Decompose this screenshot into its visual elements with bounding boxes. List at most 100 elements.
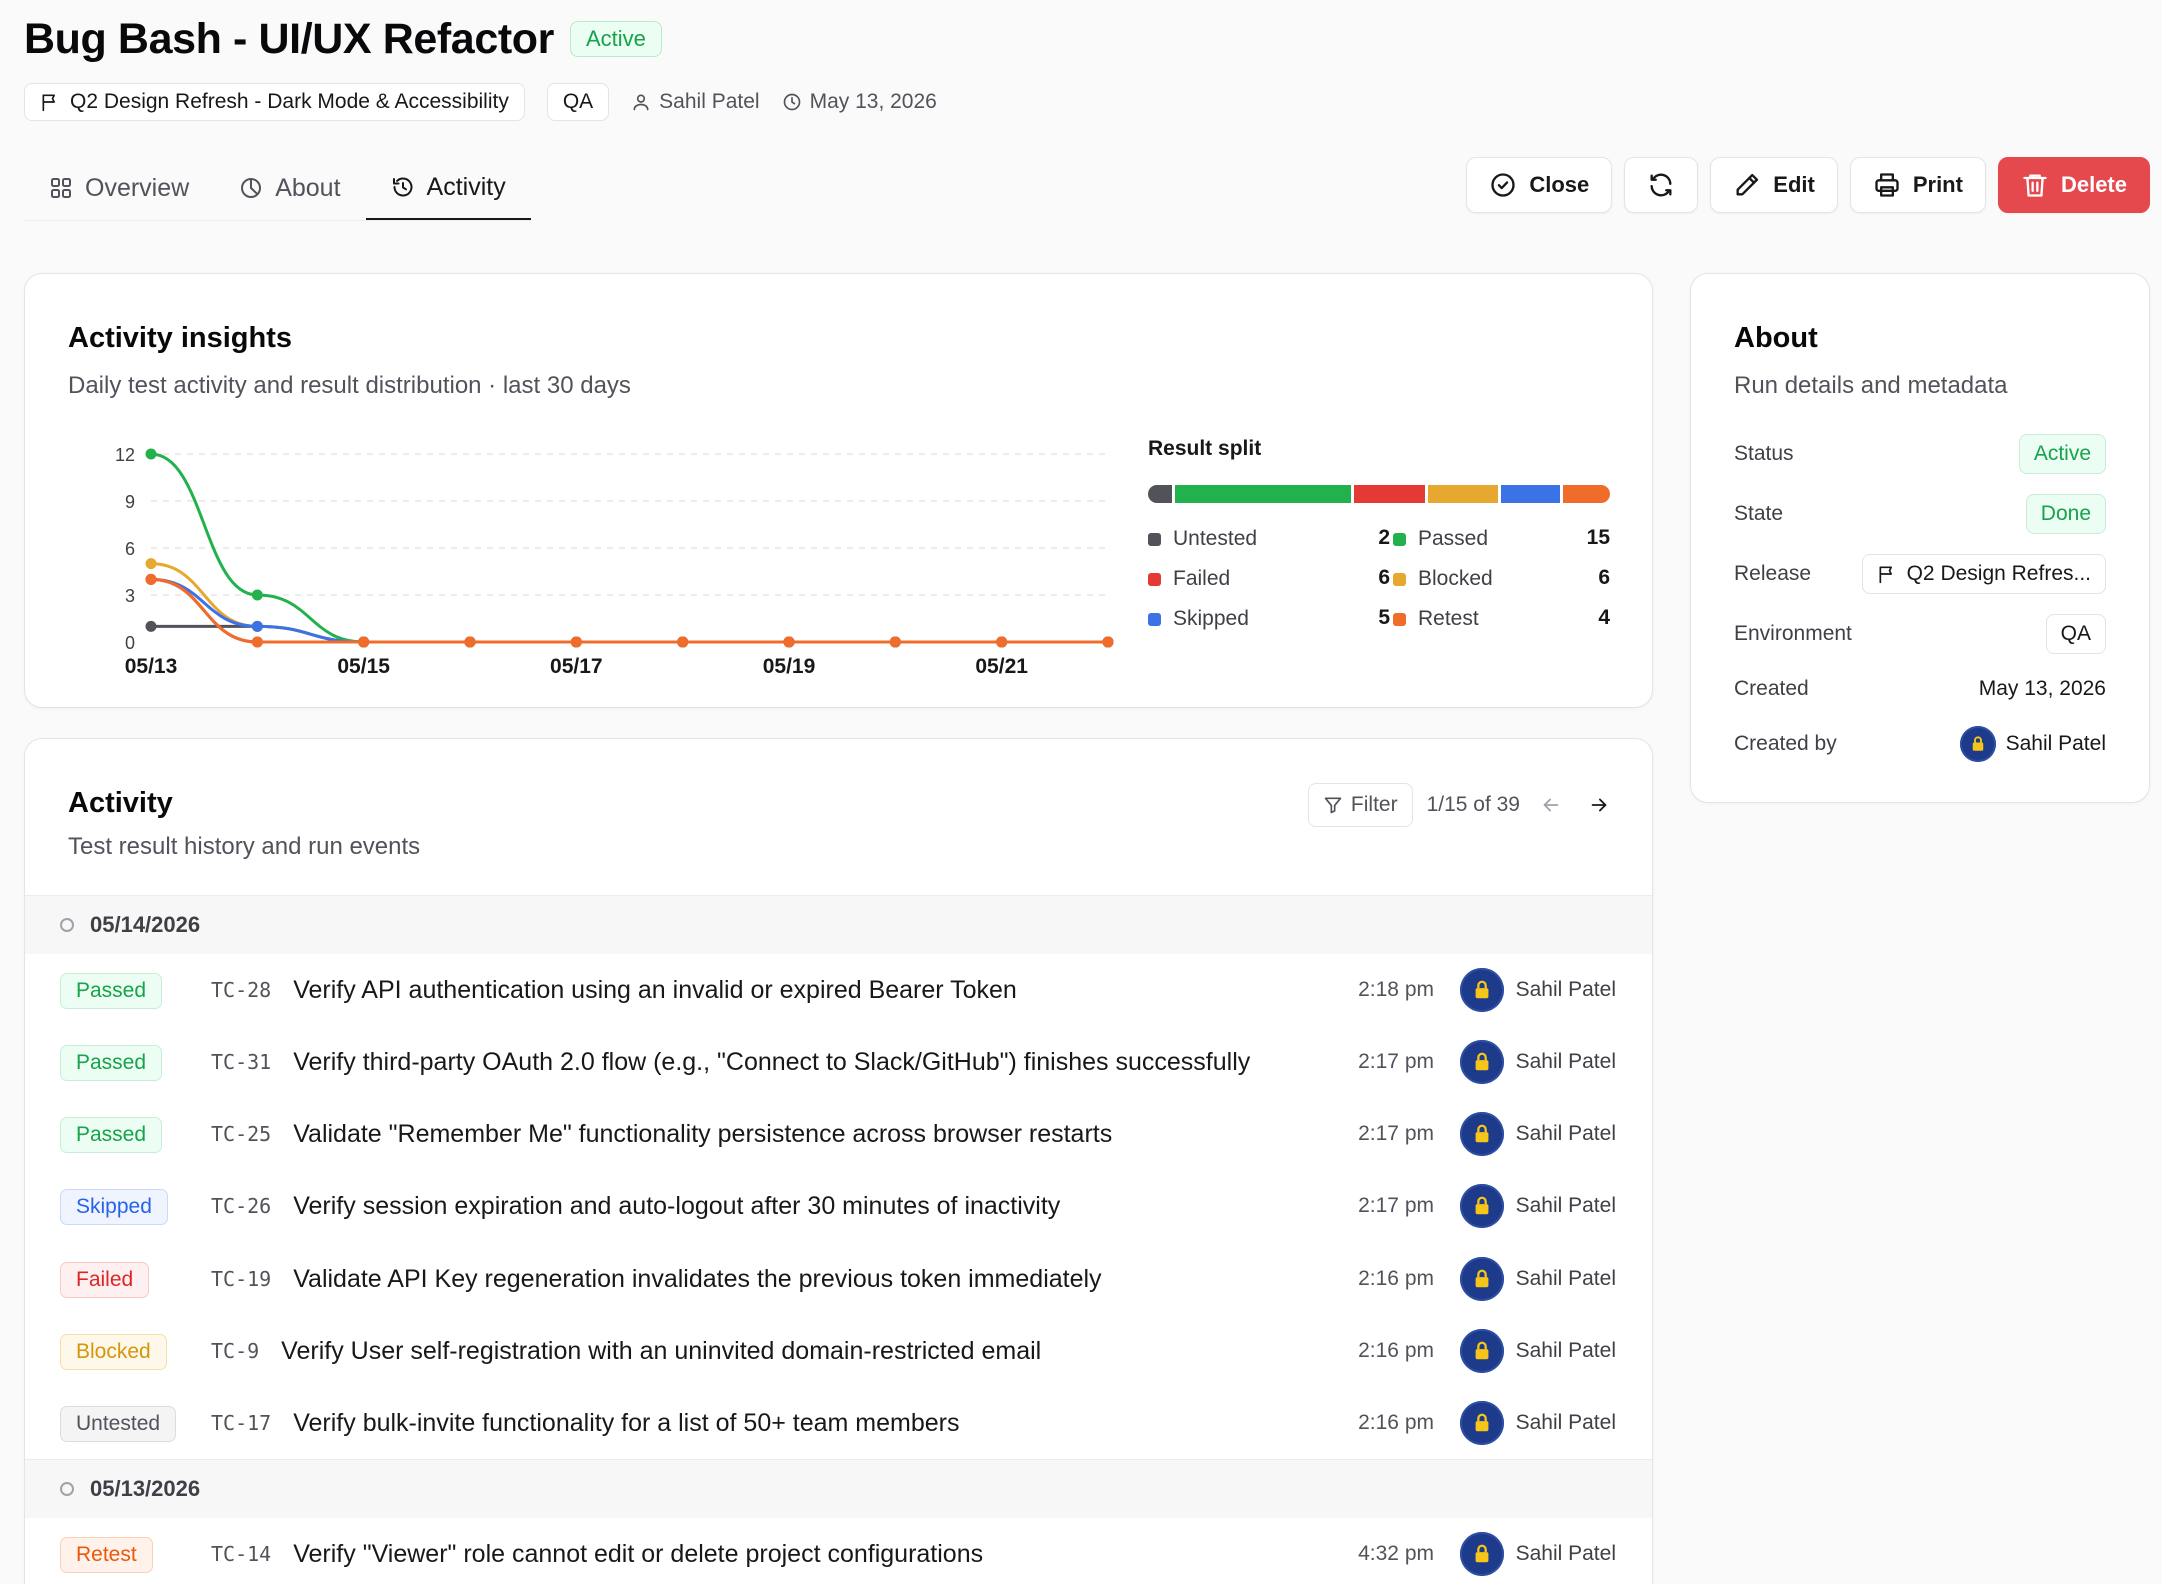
x-tick-label: 05/13 [125,655,178,674]
date-group-header: 05/14/2026 [25,895,1652,954]
y-tick-label: 9 [125,492,135,512]
series-line-retest [150,577,1108,644]
test-case-title[interactable]: Verify bulk-invite functionality for a l… [293,1409,959,1438]
next-page-button[interactable] [1582,788,1616,822]
activity-row[interactable]: Passed TC-25 Validate "Remember Me" functi… [25,1098,1652,1170]
status-pill: Active [2018,434,2106,474]
refresh-button[interactable] [1624,157,1699,213]
legend-swatch [1393,612,1406,626]
about-label: State [1734,502,1784,525]
status-badge: Untested [60,1406,177,1442]
activity-row-main: TC-31 Verify third-party OAuth 2.0 flow (… [211,1026,1250,1098]
release-pill[interactable]: Q2 Design Refres... [1861,554,2106,594]
data-point-blocked [145,558,157,570]
activity-time: 2:17 pm [1358,1122,1434,1145]
activity-title: Activity [68,787,173,819]
lock-icon [1475,1124,1489,1143]
test-case-title[interactable]: Verify API authentication using an inval… [293,976,1017,1005]
tab-about[interactable]: About [214,156,365,220]
legend-swatch [1148,532,1161,546]
activity-row[interactable]: Passed TC-31 Verify third-party OAuth 2.0 … [25,1026,1652,1098]
date-group-label: 05/14/2026 [90,912,201,937]
delete-button[interactable]: Delete [1997,157,2150,213]
legend-untested: Untested [1148,524,1257,554]
tab-activity[interactable]: Activity [365,156,531,220]
about-row-state: State Done [1734,492,2106,536]
test-case-title[interactable]: Validate API Key regeneration invalidate… [293,1265,1101,1294]
legend-label: Skipped [1173,607,1249,630]
data-point-retest [358,636,370,648]
activity-time: 2:17 pm [1358,1050,1434,1073]
filter-button[interactable]: Filter [1307,783,1413,827]
activity-row-main: TC-25 Validate "Remember Me" functionalit… [211,1098,1112,1170]
created-by-value: Sahil Patel [1959,726,2106,762]
state-pill: Done [2025,494,2106,534]
activity-user-name: Sahil Patel [1515,1122,1616,1145]
activity-user-name: Sahil Patel [1515,978,1616,1001]
test-case-title[interactable]: Validate "Remember Me" functionality per… [293,1120,1112,1149]
activity-user: Sahil Patel [1459,1315,1616,1387]
split-segment-passed [1174,485,1351,503]
action-bar: Close Edit Print Delete [1466,157,2150,213]
x-tick-label: 05/15 [337,655,390,674]
activity-row[interactable]: Failed TC-19 Validate API Key regeneration… [25,1243,1652,1315]
close-button[interactable]: Close [1466,157,1613,213]
timeline-dot-icon [60,918,74,932]
activity-row[interactable]: Untested TC-17 Verify bulk-invite function… [25,1387,1652,1459]
legend-label: Untested [1173,527,1258,550]
test-case-id[interactable]: TC-28 [211,978,271,1002]
split-segment-retest [1562,485,1610,503]
legend-swatch [1393,532,1406,546]
test-case-title[interactable]: Verify User self-registration with an un… [281,1337,1041,1366]
about-row-created: Created May 13, 2026 [1734,667,2106,711]
print-button[interactable]: Print [1849,157,1986,213]
close-button-label: Close [1529,172,1590,197]
test-case-id[interactable]: TC-14 [211,1542,271,1566]
pie-chart-icon [241,178,262,198]
activity-line-chart: 0 3 6 9 12 05/13 05/15 05/17 05/19 05/21 [115,445,1114,674]
about-label: Release [1734,562,1812,585]
test-case-id[interactable]: TC-31 [211,1050,271,1074]
environment-pill: QA [2045,614,2106,654]
test-case-id[interactable]: TC-19 [211,1267,271,1291]
test-case-id[interactable]: TC-17 [211,1411,271,1435]
legend-retest: Retest [1393,604,1479,634]
data-point-retest [570,636,582,648]
status-badge: Active [569,21,662,57]
test-case-title[interactable]: Verify third-party OAuth 2.0 flow (e.g.,… [293,1048,1250,1077]
test-case-id[interactable]: TC-25 [211,1122,271,1146]
series-line-passed [150,452,1108,644]
test-case-id[interactable]: TC-26 [211,1194,271,1218]
tab-activity-label: Activity [426,172,506,201]
activity-row-main: TC-14 Verify "Viewer" role cannot edit or… [211,1518,983,1584]
legend-passed: Passed [1393,524,1488,554]
page-title: Bug Bash - UI/UX Refactor [24,14,554,63]
test-case-title[interactable]: Verify "Viewer" role cannot edit or dele… [293,1540,983,1569]
split-segment-untested [1148,485,1172,503]
environment-chip[interactable]: QA [546,83,610,121]
status-badge: Blocked [60,1334,167,1370]
legend-label: Failed [1173,567,1231,590]
activity-row[interactable]: Retest TC-14 Verify "Viewer" role cannot e… [25,1518,1652,1584]
activity-user: Sahil Patel [1459,1518,1616,1584]
flag-icon [42,94,56,112]
about-row-release: Release Q2 Design Refres... [1734,552,2106,596]
activity-row[interactable]: Blocked TC-9 Verify User self-registration… [25,1315,1652,1387]
legend-failed: Failed [1148,564,1230,594]
print-button-label: Print [1912,172,1963,197]
activity-row[interactable]: Passed TC-28 Verify API authentication usi… [25,954,1652,1026]
test-case-title[interactable]: Verify session expiration and auto-logou… [293,1192,1060,1221]
activity-time: 2:16 pm [1358,1267,1434,1290]
test-case-id[interactable]: TC-9 [211,1339,259,1363]
edit-button[interactable]: Edit [1710,157,1838,213]
owner: Sahil Patel [631,90,760,114]
activity-user: Sahil Patel [1459,1026,1616,1098]
avatar [1459,1257,1504,1301]
meta-row: Q2 Design Refresh - Dark Mode & Accessib… [24,83,937,121]
grid-icon [51,178,71,198]
previous-page-button[interactable] [1534,788,1568,822]
activity-row[interactable]: Skipped TC-26 Verify session expiration an… [25,1170,1652,1242]
release-chip[interactable]: Q2 Design Refresh - Dark Mode & Accessib… [24,83,525,121]
tab-overview[interactable]: Overview [24,156,214,220]
activity-card: Activity Test result history and run eve… [24,738,1653,1584]
